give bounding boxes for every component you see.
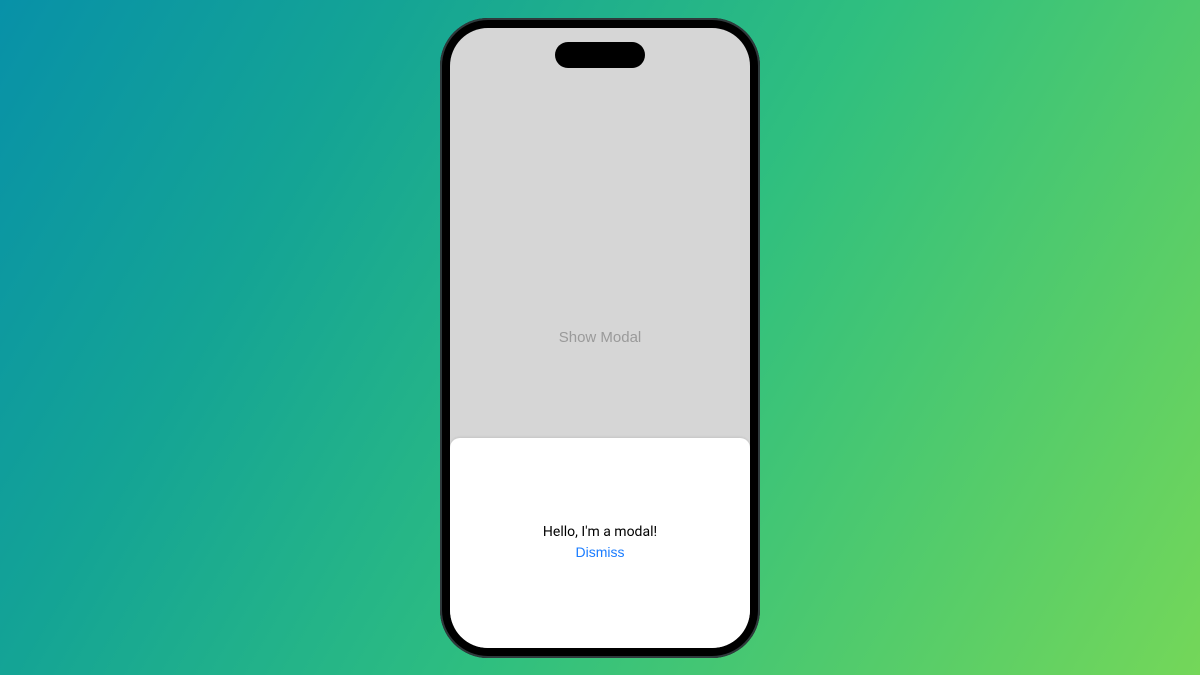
- modal-sheet: Hello, I'm a modal! Dismiss: [450, 438, 750, 648]
- dismiss-button[interactable]: Dismiss: [570, 542, 631, 562]
- dynamic-island: [555, 42, 645, 68]
- screen: Show Modal Hello, I'm a modal! Dismiss: [450, 28, 750, 648]
- modal-message: Hello, I'm a modal!: [543, 524, 657, 540]
- show-modal-button[interactable]: Show Modal: [553, 328, 648, 347]
- iphone-frame: Show Modal Hello, I'm a modal! Dismiss: [440, 18, 760, 658]
